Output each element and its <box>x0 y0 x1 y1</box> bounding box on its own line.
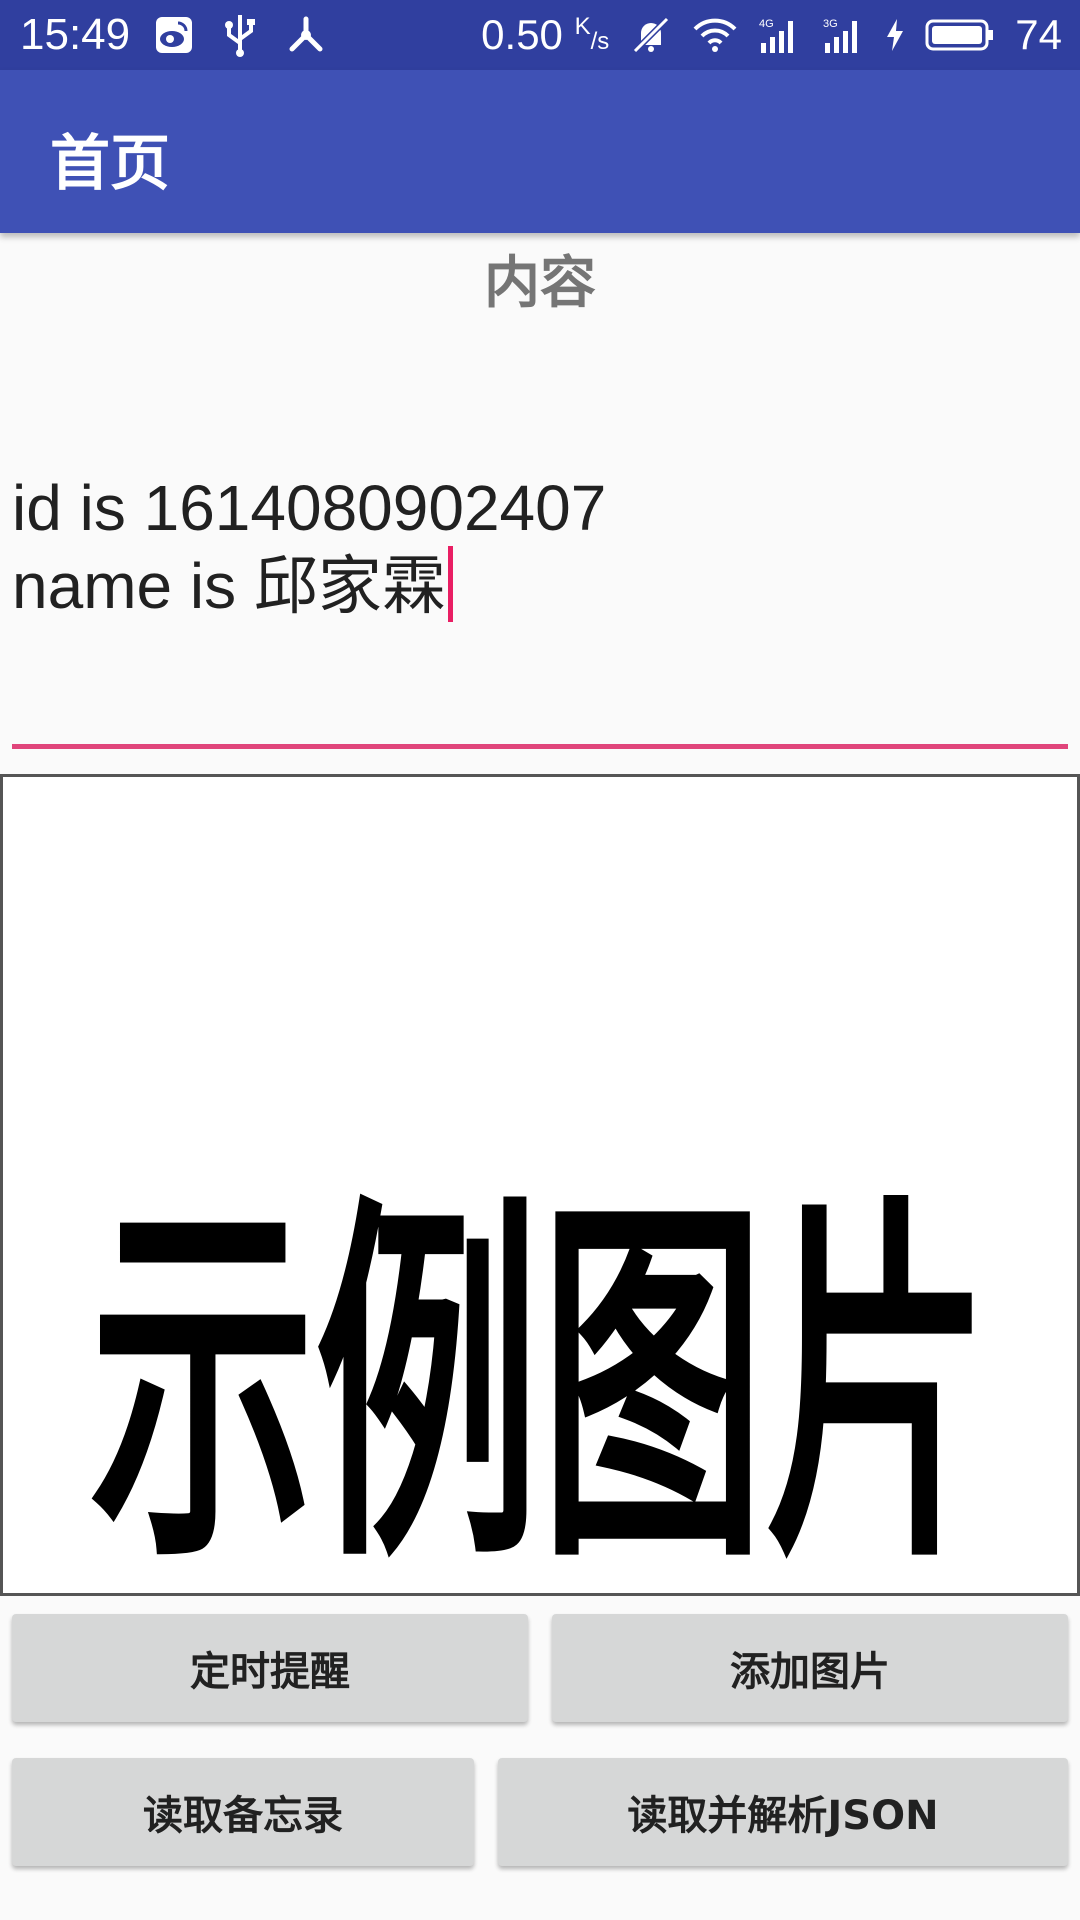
sample-image-text: 示例图片 <box>90 1168 990 1593</box>
usb-icon <box>218 13 262 57</box>
timer-reminder-button[interactable]: 定时提醒 <box>12 1614 528 1722</box>
read-json-button[interactable]: 读取并解析JSON <box>498 1758 1068 1866</box>
battery-icon <box>925 13 995 57</box>
signal-3g-icon: 3G <box>821 13 865 57</box>
battery-percent: 74 <box>1015 11 1062 58</box>
mute-bell-icon <box>629 13 673 57</box>
content-edit-text[interactable]: id is 1614080902407 name is 邱家霖 <box>12 470 1068 624</box>
edit-text-underline <box>12 744 1068 749</box>
status-bar: 15:49 0.50 K/s 4G 3G 74 <box>0 0 1080 70</box>
svg-text:3G: 3G <box>823 18 838 30</box>
network-speed: 0.50 K/s <box>481 11 610 58</box>
wifi-icon <box>693 13 737 57</box>
charging-icon <box>885 13 905 57</box>
content-line-id: id is 1614080902407 <box>12 472 607 544</box>
sample-image[interactable]: 示例图片 <box>0 774 1080 1596</box>
text-cursor <box>447 546 453 622</box>
content-line-name: name is 邱家霖 <box>12 546 1068 624</box>
status-time: 15:49 <box>20 10 131 59</box>
app-bar: 首页 <box>0 70 1080 233</box>
svg-text:4G: 4G <box>759 18 774 30</box>
read-memo-button[interactable]: 读取备忘录 <box>12 1758 474 1866</box>
add-image-button[interactable]: 添加图片 <box>552 1614 1068 1722</box>
share-hub-icon <box>284 13 328 57</box>
app-bar-title: 首页 <box>50 129 170 199</box>
weibo-icon <box>152 13 196 57</box>
signal-4g-icon: 4G <box>757 13 801 57</box>
content-heading: 内容 <box>484 251 596 316</box>
